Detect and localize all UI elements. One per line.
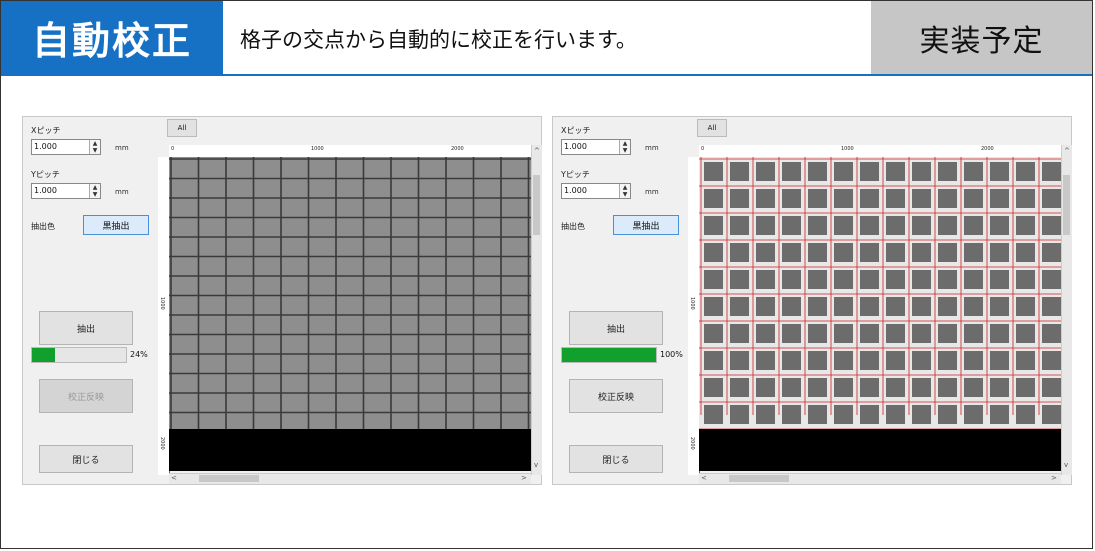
vertical-scrollbar[interactable]: ^ v [531,145,542,475]
screenshot-before: Xピッチ 1.000 ▲ ▼ mm Yピッチ 1.000 ▲ ▼ mm 抽出色 黒抽出 … [22,116,542,485]
status-badge: 実装予定 [871,1,1092,74]
progress-bar [31,347,127,363]
page-subtitle: 格子の交点から自動的に校正を行います。 [240,28,637,52]
y-pitch-unit: mm [115,188,129,196]
horizontal-scroll-thumb[interactable] [729,475,789,482]
progress-fill [562,348,656,362]
progress-fill [32,348,55,362]
apply-calibration-button[interactable]: 校正反映 [569,379,663,413]
y-pitch-input[interactable]: 1.000 ▲ ▼ [561,183,631,199]
color-label: 抽出色 [561,222,585,231]
extract-button[interactable]: 抽出 [569,311,663,345]
progress-text: 100% [660,350,683,359]
close-button[interactable]: 閉じる [569,445,663,473]
color-button[interactable]: 黒抽出 [83,215,149,235]
x-pitch-unit: mm [645,144,659,152]
extract-button[interactable]: 抽出 [39,311,133,345]
vertical-scrollbar[interactable]: ^ v [1061,145,1072,475]
all-button[interactable]: All [167,119,197,137]
x-pitch-spinner[interactable]: ▲ ▼ [89,140,100,154]
x-pitch-label: Xピッチ [31,126,61,135]
image-canvas[interactable] [169,157,531,471]
y-pitch-input[interactable]: 1.000 ▲ ▼ [31,183,101,199]
screenshot-after: Xピッチ 1.000 ▲ ▼ mm Yピッチ 1.000 ▲ ▼ mm 抽出色 黒抽出 … [552,116,1072,485]
y-pitch-spinner[interactable]: ▲ ▼ [89,184,100,198]
color-button[interactable]: 黒抽出 [613,215,679,235]
page-title: 自動校正 [1,1,223,74]
vertical-scroll-thumb[interactable] [1063,175,1070,235]
all-button[interactable]: All [697,119,727,137]
x-pitch-input[interactable]: 1.000 ▲ ▼ [561,139,631,155]
x-pitch-input[interactable]: 1.000 ▲ ▼ [31,139,101,155]
horizontal-scrollbar[interactable]: < > [169,473,531,484]
image-canvas[interactable] [699,157,1061,471]
horizontal-scrollbar[interactable]: < > [699,473,1061,484]
y-pitch-spinner[interactable]: ▲ ▼ [619,184,630,198]
grid-image-detected [699,157,1061,471]
x-pitch-unit: mm [115,144,129,152]
color-label: 抽出色 [31,222,55,231]
header-divider [1,74,1092,76]
y-pitch-label: Yピッチ [561,170,590,179]
apply-calibration-button[interactable]: 校正反映 [39,379,133,413]
vertical-scroll-thumb[interactable] [533,175,540,235]
close-button[interactable]: 閉じる [39,445,133,473]
x-pitch-label: Xピッチ [561,126,591,135]
y-pitch-unit: mm [645,188,659,196]
y-pitch-label: Yピッチ [31,170,60,179]
horizontal-scroll-thumb[interactable] [199,475,259,482]
progress-text: 24% [130,350,148,359]
progress-bar [561,347,657,363]
x-pitch-spinner[interactable]: ▲ ▼ [619,140,630,154]
grid-image [169,157,531,471]
